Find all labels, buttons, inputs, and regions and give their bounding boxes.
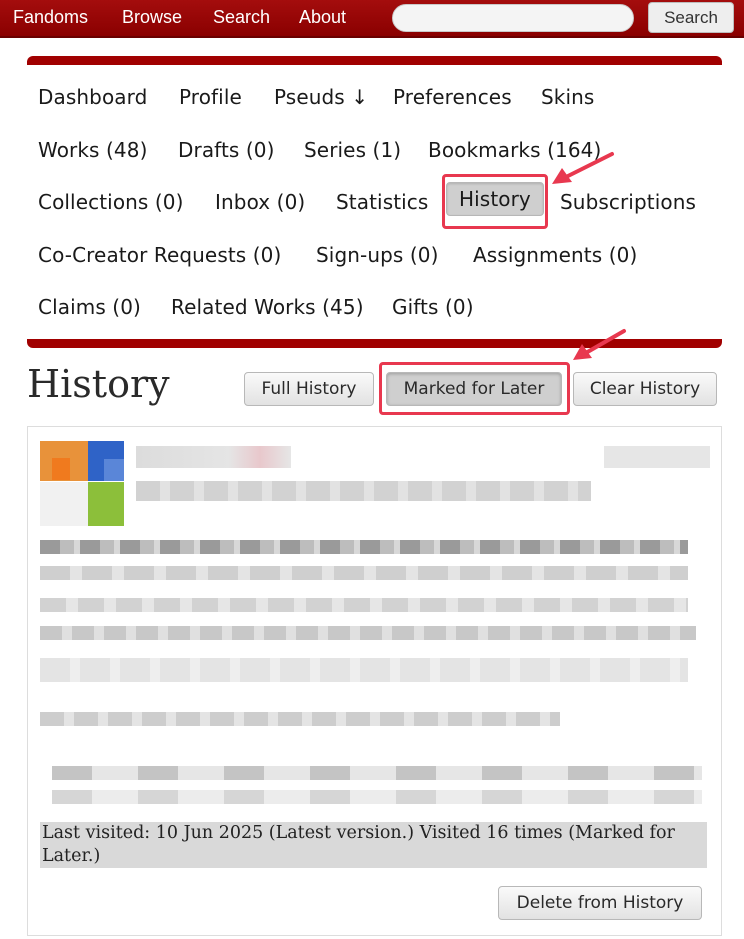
menu-series[interactable]: Series (1): [304, 138, 401, 162]
search-button[interactable]: Search: [648, 2, 734, 33]
clear-history-button[interactable]: Clear History: [573, 372, 717, 406]
stats-blurred: [52, 790, 702, 804]
tags-line-blurred: [40, 540, 688, 554]
nav-about[interactable]: About: [299, 7, 346, 28]
menu-skins[interactable]: Skins: [541, 85, 594, 109]
menu-related-works[interactable]: Related Works (45): [171, 295, 364, 319]
menu-assignments[interactable]: Assignments (0): [473, 243, 637, 267]
menu-works[interactable]: Works (48): [38, 138, 147, 162]
menu-profile[interactable]: Profile: [179, 85, 242, 109]
menu-subscriptions[interactable]: Subscriptions: [560, 190, 696, 214]
top-nav: Fandoms Browse Search About Search: [0, 0, 744, 38]
marked-for-later-highlight-box: [379, 362, 570, 415]
menu-gifts[interactable]: Gifts (0): [392, 295, 474, 319]
stats-blurred: [52, 766, 702, 780]
menu-inbox[interactable]: Inbox (0): [215, 190, 305, 214]
menu-claims[interactable]: Claims (0): [38, 295, 141, 319]
last-visited-line: Later.): [42, 846, 101, 866]
summary-blurred: [40, 712, 560, 726]
tags-line-blurred: [40, 598, 688, 612]
menu-sign-ups[interactable]: Sign-ups (0): [316, 243, 439, 267]
menu-dashboard[interactable]: Dashboard: [38, 85, 147, 109]
last-visited-line: Last visited: 10 Jun 2025 (Latest versio…: [42, 823, 675, 843]
work-title-blurred: [136, 446, 291, 468]
arrow-icon: [552, 152, 614, 184]
rating-icon: [88, 482, 124, 526]
menu-preferences[interactable]: Preferences: [393, 85, 512, 109]
menu-top-border: [27, 56, 722, 65]
nav-search[interactable]: Search: [213, 7, 270, 28]
nav-browse[interactable]: Browse: [122, 7, 182, 28]
tags-line-blurred: [40, 626, 696, 640]
summary-blurred: [40, 658, 688, 682]
menu-co-creator-requests[interactable]: Co-Creator Requests (0): [38, 243, 281, 267]
menu-pseuds[interactable]: Pseuds ↓: [274, 85, 368, 109]
page-title: History: [27, 362, 170, 406]
delete-from-history-button[interactable]: Delete from History: [498, 886, 702, 920]
menu-statistics[interactable]: Statistics: [336, 190, 428, 214]
category-icon-tile: [104, 459, 124, 481]
date-blurred: [604, 446, 710, 468]
tags-line-blurred: [40, 566, 688, 580]
fandom-line-blurred: [136, 481, 591, 501]
full-history-button[interactable]: Full History: [244, 372, 374, 406]
menu-collections[interactable]: Collections (0): [38, 190, 184, 214]
nav-fandoms[interactable]: Fandoms: [13, 7, 88, 28]
fandom-icon-tile: [52, 458, 70, 480]
search-input[interactable]: [392, 4, 634, 32]
menu-drafts[interactable]: Drafts (0): [178, 138, 275, 162]
warning-icon: [40, 482, 88, 526]
arrow-icon: [573, 329, 626, 360]
history-highlight-box: [442, 174, 548, 229]
last-visited-info: Last visited: 10 Jun 2025 (Latest versio…: [40, 822, 707, 868]
